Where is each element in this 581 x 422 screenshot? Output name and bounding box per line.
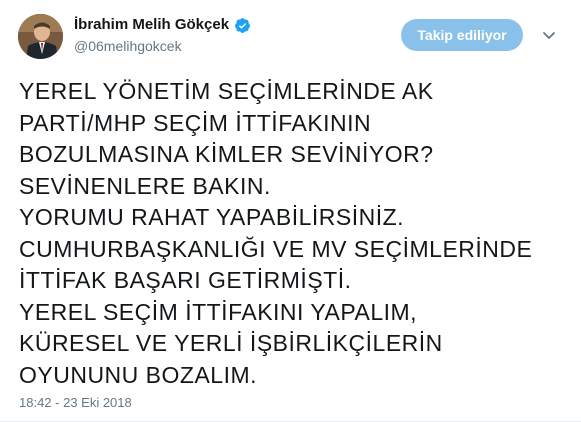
chevron-down-icon[interactable]: [540, 26, 558, 44]
tweet-text-line: BOZULMASINA KİMLER SEVİNİYOR?: [19, 141, 434, 167]
author-handle[interactable]: @06melihgokcek: [74, 37, 182, 55]
tweet-text-line: İTTİFAK BAŞARI GETİRMİŞTİ.: [19, 267, 352, 293]
author-name-row[interactable]: İbrahim Melih Gökçek: [74, 15, 251, 35]
tweet-text-line: OYUNUNU BOZALIM.: [19, 361, 258, 388]
tweet-text-line: SEVİNENLERE BAKIN.: [19, 172, 271, 199]
tweet-text-line: YEREL SEÇİM İTTİFAKINI YAPALIM,: [19, 298, 418, 325]
tweet-text-line: CUMHURBAŞKANLIĞI VE MV SEÇİMLERİNDE: [19, 235, 533, 262]
following-button[interactable]: Takip ediliyor: [401, 19, 523, 51]
tweet-text: YEREL YÖNETİM SEÇİMLERİNDE AK PARTİ/MHP …: [19, 76, 569, 391]
verified-badge-icon: [234, 17, 251, 34]
tweet-text-line: YORUMU RAHAT YAPABİLİRSİNİZ.: [19, 204, 405, 230]
tweet-card: İbrahim Melih Gökçek @06melihgokcek Taki…: [0, 0, 581, 422]
author-display-name[interactable]: İbrahim Melih Gökçek: [74, 15, 229, 35]
avatar[interactable]: [18, 14, 63, 59]
tweet-text-line: KÜRESEL VE YERLİ İŞBİRLİKÇİLERİN: [19, 330, 443, 356]
profile-avatar-image: [18, 14, 63, 59]
tweet-text-line: PARTİ/MHP SEÇİM İTTİFAKININ: [19, 109, 372, 136]
tweet-timestamp[interactable]: 18:42 - 23 Eki 2018: [19, 395, 132, 411]
tweet-text-line: YEREL YÖNETİM SEÇİMLERİNDE AK: [19, 78, 434, 104]
